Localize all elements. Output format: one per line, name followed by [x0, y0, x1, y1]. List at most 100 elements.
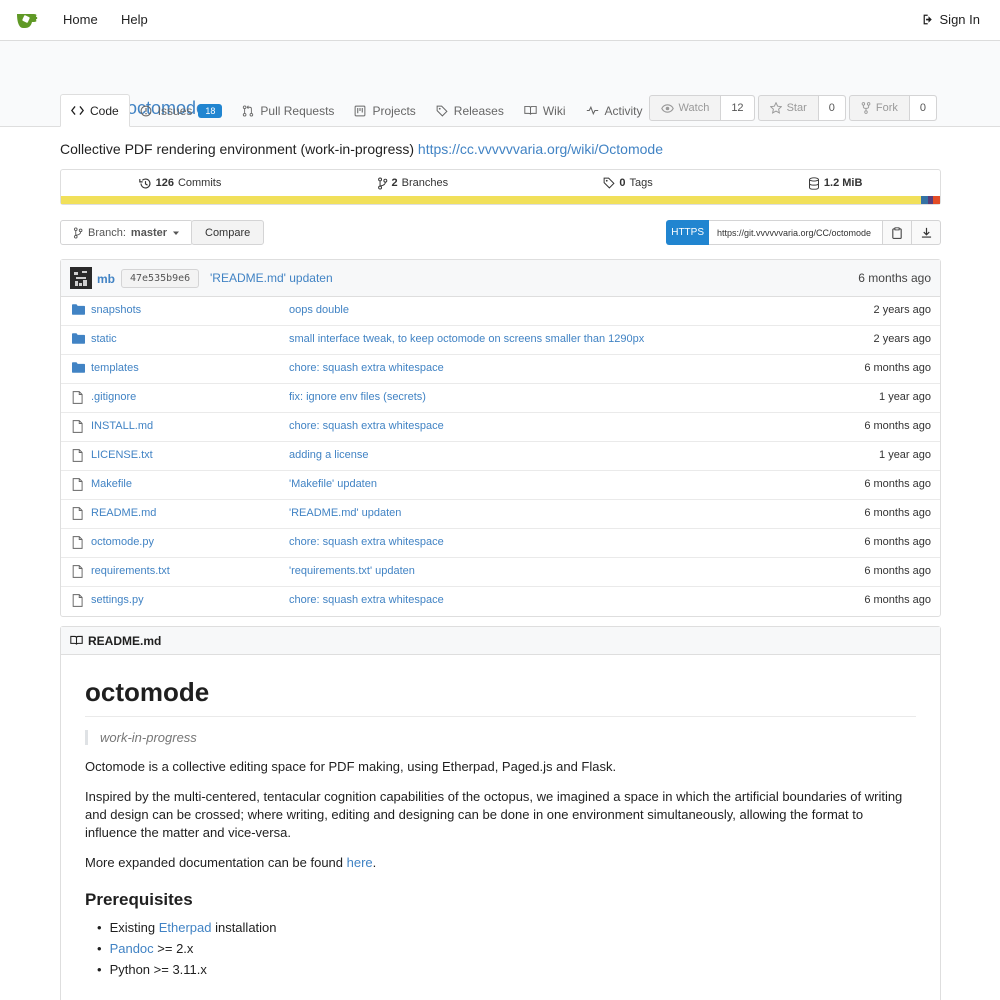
tag-icon: [436, 105, 448, 117]
language-segment[interactable]: [920, 196, 928, 204]
project-icon: [355, 105, 366, 116]
file-name-link[interactable]: .gitignore: [91, 391, 136, 403]
file-commit-message-link[interactable]: oops double: [289, 304, 349, 316]
language-bar[interactable]: [61, 196, 940, 204]
branch-icon: [73, 226, 83, 239]
gitea-logo-icon[interactable]: [16, 10, 40, 30]
repo-size: 1.2 MiB: [823, 177, 863, 189]
file-commit-message-link[interactable]: chore: squash extra whitespace: [289, 536, 444, 548]
commit-sha-button[interactable]: 47e535b9e6: [121, 269, 200, 288]
language-segment[interactable]: [61, 196, 921, 204]
file-name-link[interactable]: static: [91, 333, 117, 345]
readme-quote: work-in-progress: [85, 730, 916, 745]
folder-icon: [72, 333, 85, 347]
file-icon: [72, 594, 83, 610]
file-name-link[interactable]: templates: [91, 362, 139, 374]
table-row[interactable]: settings.py chore: squash extra whitespac…: [61, 587, 940, 616]
table-row[interactable]: README.md 'README.md' updaten 6 months ago: [61, 500, 940, 529]
file-commit-message-link[interactable]: 'Makefile' updaten: [289, 478, 377, 490]
table-row[interactable]: snapshots oops double 2 years ago: [61, 297, 940, 326]
avatar-image-icon: [70, 267, 92, 289]
file-commit-age: 2 years ago: [873, 304, 931, 316]
nav-help-link[interactable]: Help: [121, 12, 148, 27]
tab-activity[interactable]: Activity: [576, 94, 653, 127]
file-commit-message-link[interactable]: chore: squash extra whitespace: [289, 362, 444, 374]
readme-paragraph-3: More expanded documentation can be found…: [85, 854, 916, 872]
file-commit-message-link[interactable]: 'requirements.txt' updaten: [289, 565, 415, 577]
table-row[interactable]: .gitignore fix: ignore env files (secrets…: [61, 384, 940, 413]
file-commit-age: 6 months ago: [864, 594, 931, 606]
file-commit-message-link[interactable]: fix: ignore env files (secrets): [289, 391, 426, 403]
folder-icon: [72, 304, 85, 318]
watch-button[interactable]: Watch: [650, 96, 722, 120]
tab-issues[interactable]: Issues 18: [130, 94, 233, 127]
documentation-link[interactable]: here: [347, 855, 373, 870]
size-stat: 1.2 MiB: [808, 176, 863, 190]
file-commit-age: 6 months ago: [864, 536, 931, 548]
prerequisites-heading: Prerequisites: [85, 890, 193, 909]
issue-icon: [140, 105, 152, 116]
copy-url-button[interactable]: [883, 220, 912, 245]
tab-pull-requests[interactable]: Pull Requests: [232, 94, 344, 127]
fork-icon: [861, 102, 871, 114]
readme-content: octomode work-in-progress Octomode is a …: [61, 655, 940, 1000]
file-name-link[interactable]: INSTALL.md: [91, 420, 153, 432]
commits-label: Commits: [177, 177, 222, 189]
file-commit-age: 6 months ago: [864, 565, 931, 577]
file-name-link[interactable]: requirements.txt: [91, 565, 170, 577]
nav-home-link[interactable]: Home: [63, 12, 98, 27]
clone-url-input[interactable]: https://git.vvvvvvaria.org/CC/octomode: [709, 220, 883, 245]
readme-filename: README.md: [88, 633, 162, 648]
watch-count[interactable]: 12: [721, 96, 754, 120]
file-name-link[interactable]: settings.py: [91, 594, 144, 606]
https-protocol-button[interactable]: HTTPS: [666, 220, 709, 245]
readme-title: octomode: [85, 677, 916, 717]
table-row[interactable]: INSTALL.md chore: squash extra whitespace…: [61, 413, 940, 442]
tab-projects[interactable]: Projects: [344, 94, 425, 127]
tab-code[interactable]: Code: [60, 94, 130, 127]
tags-stat[interactable]: 0 Tags: [603, 177, 653, 189]
file-commit-message-link[interactable]: chore: squash extra whitespace: [289, 420, 444, 432]
tab-wiki[interactable]: Wiki: [514, 94, 576, 127]
table-row[interactable]: static small interface tweak, to keep oct…: [61, 326, 940, 355]
file-name-link[interactable]: octomode.py: [91, 536, 154, 548]
watch-label: Watch: [678, 102, 710, 114]
prereq-text: Existing: [109, 920, 159, 935]
star-button[interactable]: Star: [759, 96, 819, 120]
file-name-link[interactable]: snapshots: [91, 304, 141, 316]
file-commit-message-link[interactable]: chore: squash extra whitespace: [289, 594, 444, 606]
avatar[interactable]: [70, 267, 92, 289]
file-commit-message-link[interactable]: adding a license: [289, 449, 369, 461]
commits-stat[interactable]: 126 Commits: [138, 177, 222, 190]
file-name-link[interactable]: LICENSE.txt: [91, 449, 153, 461]
table-row[interactable]: templates chore: squash extra whitespace 6…: [61, 355, 940, 384]
table-row[interactable]: requirements.txt 'requirements.txt' updat…: [61, 558, 940, 587]
tags-count: 0: [619, 177, 626, 189]
tag-icon: [603, 177, 615, 189]
branches-stat[interactable]: 2 Branches: [377, 176, 448, 190]
table-row[interactable]: Makefile 'Makefile' updaten 6 months ago: [61, 471, 940, 500]
file-commit-message-link[interactable]: 'README.md' updaten: [289, 507, 401, 519]
tab-projects-label: Projects: [372, 103, 416, 118]
language-segment[interactable]: [932, 196, 940, 204]
prereq-link[interactable]: Pandoc: [110, 941, 154, 956]
table-row[interactable]: octomode.py chore: squash extra whitespac…: [61, 529, 940, 558]
star-count[interactable]: 0: [818, 96, 845, 120]
file-name-link[interactable]: README.md: [91, 507, 156, 519]
repo-description: Collective PDF rendering environment (wo…: [60, 141, 663, 157]
branch-dropdown[interactable]: Branch: master: [60, 220, 193, 245]
tab-releases[interactable]: Releases: [426, 94, 514, 127]
download-button[interactable]: [912, 220, 941, 245]
fork-button[interactable]: Fork: [850, 96, 910, 120]
sign-in-link[interactable]: Sign In: [922, 12, 980, 27]
commit-author-link[interactable]: mb: [97, 272, 115, 286]
file-commit-age: 2 years ago: [873, 333, 931, 345]
file-commit-message-link[interactable]: small interface tweak, to keep octomode …: [289, 333, 644, 345]
fork-count[interactable]: 0: [909, 96, 936, 120]
prereq-link[interactable]: Etherpad: [159, 920, 212, 935]
compare-button[interactable]: Compare: [191, 220, 265, 245]
file-name-link[interactable]: Makefile: [91, 478, 132, 490]
table-row[interactable]: LICENSE.txt adding a license 1 year ago: [61, 442, 940, 471]
commit-message-link[interactable]: 'README.md' updaten: [210, 271, 333, 285]
repo-website-link[interactable]: https://cc.vvvvvvaria.org/wiki/Octomode: [418, 141, 663, 157]
